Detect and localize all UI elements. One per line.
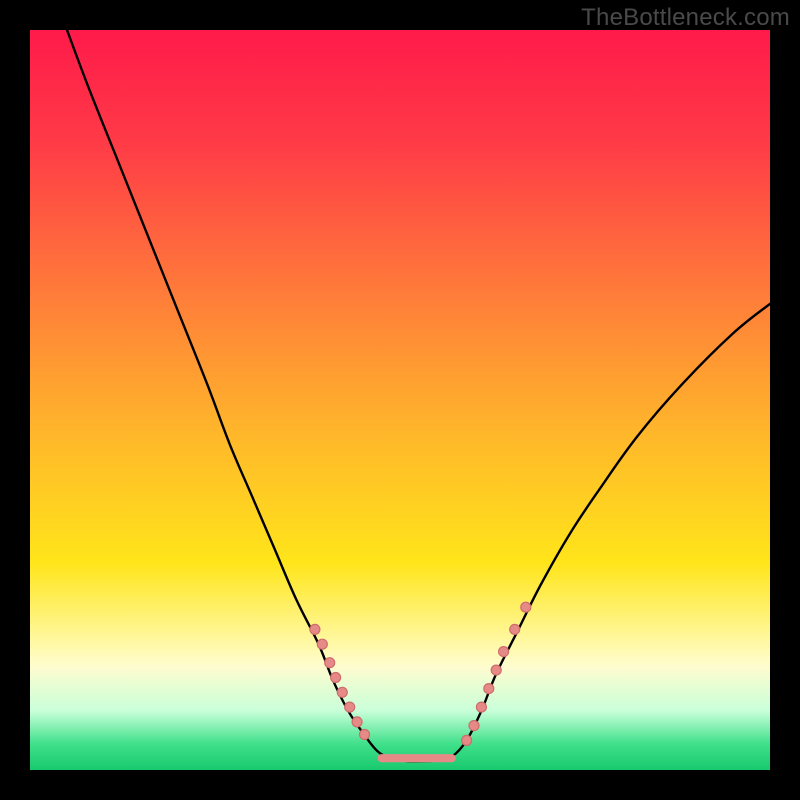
data-dot-left — [310, 624, 320, 634]
data-dot-left — [352, 717, 362, 727]
data-dot-left — [317, 639, 327, 649]
data-dot-right — [491, 665, 501, 675]
data-dot-left — [331, 673, 341, 683]
watermark-text: TheBottleneck.com — [581, 4, 790, 32]
data-dot-right — [499, 647, 509, 657]
plot-area — [30, 30, 770, 770]
chart-container: TheBottleneck.com — [0, 0, 800, 800]
data-dot-left — [337, 687, 347, 697]
data-dot-right — [521, 602, 531, 612]
data-dot-right — [476, 702, 486, 712]
data-dot-left — [359, 729, 369, 739]
data-dot-right — [484, 684, 494, 694]
chart-svg — [0, 0, 800, 800]
data-dot-left — [325, 658, 335, 668]
data-dot-right — [469, 721, 479, 731]
data-dot-right — [510, 624, 520, 634]
data-dot-right — [462, 735, 472, 745]
data-dot-left — [345, 702, 355, 712]
